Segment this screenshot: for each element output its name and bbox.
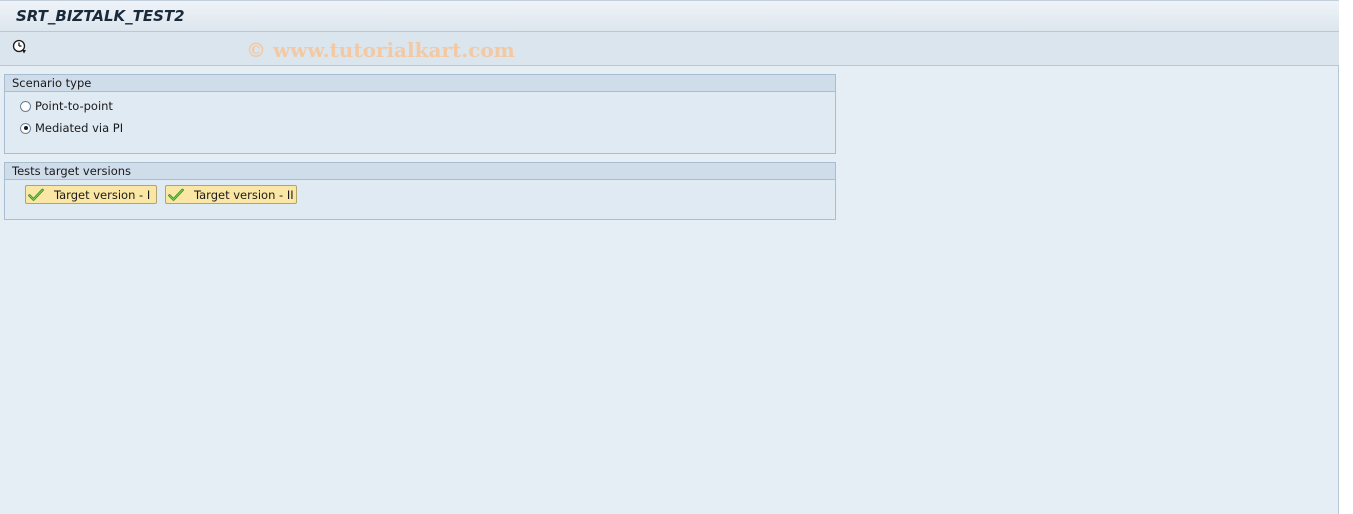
target-version-1-label: Target version - I (54, 187, 151, 202)
target-version-2-label: Target version - II (194, 187, 294, 202)
application-toolbar: © www.tutorialkart.com (0, 32, 1339, 66)
radio-mediated-via-pi[interactable]: Mediated via PI (20, 120, 123, 136)
sap-window: SRT_BIZTALK_TEST2 © www.tutorialkart.com… (0, 0, 1339, 514)
tests-target-versions-group-title: Tests target versions (5, 163, 835, 180)
page-title: SRT_BIZTALK_TEST2 (16, 7, 185, 25)
radio-mediated-via-pi-circle[interactable] (20, 122, 31, 134)
radio-point-to-point[interactable]: Point-to-point (20, 98, 113, 114)
execute-clock-icon (12, 39, 26, 54)
title-bar: SRT_BIZTALK_TEST2 (0, 0, 1339, 32)
checkmark-icon (28, 188, 44, 202)
target-version-2-button[interactable]: Target version - II (165, 185, 297, 204)
scenario-type-group: Scenario type Point-to-point Mediated vi… (4, 74, 836, 154)
radio-mediated-via-pi-label: Mediated via PI (35, 121, 124, 135)
tests-target-versions-group: Tests target versions Target version - I… (4, 162, 836, 220)
radio-point-to-point-circle[interactable] (20, 100, 31, 112)
target-version-1-button[interactable]: Target version - I (25, 185, 157, 204)
execute-button[interactable] (10, 37, 30, 57)
scenario-type-group-title: Scenario type (5, 75, 835, 92)
radio-point-to-point-label: Point-to-point (35, 99, 113, 113)
checkmark-icon (168, 188, 184, 202)
watermark-text: © www.tutorialkart.com (246, 38, 515, 62)
